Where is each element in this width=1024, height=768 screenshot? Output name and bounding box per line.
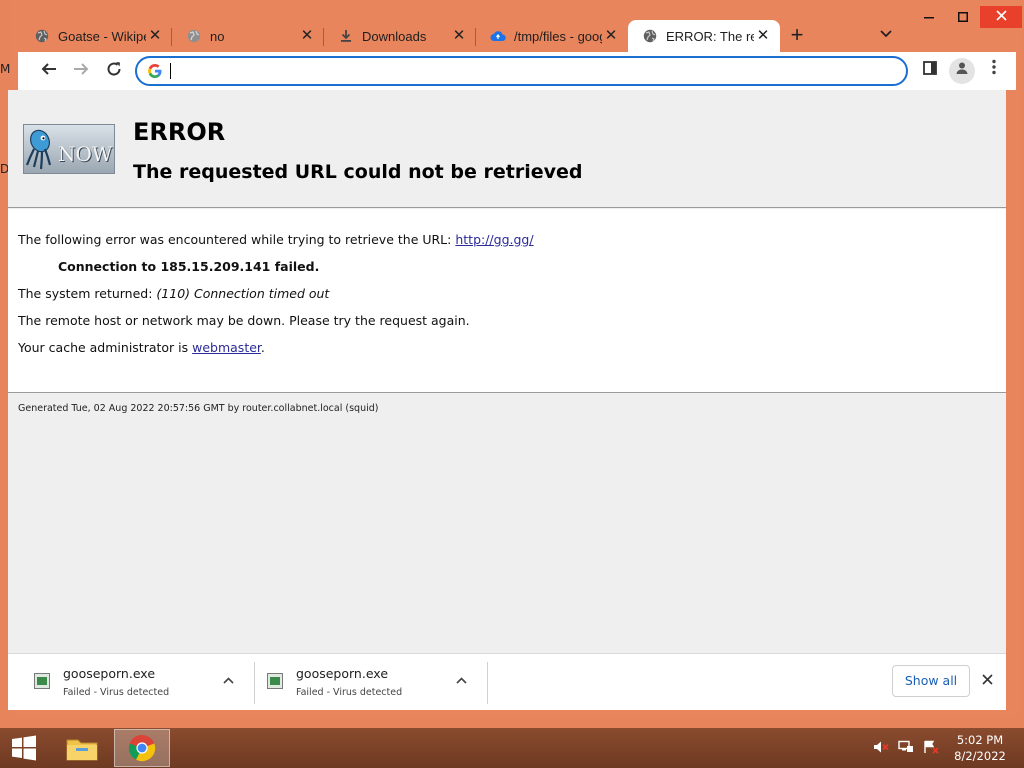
- kebab-menu-icon[interactable]: [981, 58, 1007, 84]
- tab-downloads[interactable]: Downloads ✕: [324, 20, 476, 52]
- chevron-up-icon[interactable]: [451, 670, 471, 690]
- start-button[interactable]: [0, 728, 48, 768]
- desktop-edge-label-top: M: [0, 62, 11, 76]
- chevron-up-icon[interactable]: [218, 670, 238, 690]
- remote-host-message: The remote host or network may be down. …: [18, 313, 470, 328]
- webmaster-link[interactable]: webmaster: [192, 340, 261, 355]
- clock-time: 5:02 PM: [956, 733, 1004, 747]
- download-shelf: gooseporn.exe Failed - Virus detected go…: [8, 653, 1006, 710]
- tab-strip: Goatse - Wikipedia ✕ no ✕ Downloads ✕: [20, 20, 814, 52]
- download-filename: gooseporn.exe: [63, 666, 156, 681]
- file-explorer-taskbar-button[interactable]: [54, 729, 110, 767]
- requested-url-link[interactable]: http://gg.gg/: [455, 232, 533, 247]
- download-filename: gooseporn.exe: [296, 666, 389, 681]
- tab-title: no: [210, 28, 225, 44]
- system-returned-label: The system returned:: [18, 286, 157, 301]
- download-icon: [338, 28, 354, 44]
- executable-file-icon: [34, 673, 50, 689]
- close-icon[interactable]: ✕: [754, 27, 772, 45]
- generated-by-text: Generated Tue, 02 Aug 2022 20:57:56 GMT …: [18, 403, 379, 414]
- window-close-button[interactable]: [980, 6, 1022, 28]
- forward-button[interactable]: [68, 58, 94, 84]
- tab-tmp-files[interactable]: /tmp/files - google ✕: [476, 20, 628, 52]
- close-download-bar-icon[interactable]: [976, 670, 998, 692]
- error-intro-line: The following error was encountered whil…: [18, 232, 534, 247]
- chrome-icon: [128, 734, 156, 762]
- cache-admin-suffix: .: [260, 340, 265, 355]
- error-subtitle: The requested URL could not be retrieved: [133, 161, 583, 183]
- title-bar: Goatse - Wikipedia ✕ no ✕ Downloads ✕: [10, 0, 1022, 52]
- error-details: The following error was encountered whil…: [8, 209, 1006, 393]
- error-header: NOW ERROR The requested URL could not be…: [8, 90, 1006, 208]
- globe-icon: [34, 28, 50, 44]
- clock-date: 8/2/2022: [954, 749, 1006, 763]
- download-status: Failed - Virus detected: [296, 687, 403, 698]
- system-error-message: (110) Connection timed out: [156, 286, 330, 301]
- profile-avatar-icon[interactable]: [949, 58, 975, 84]
- close-icon[interactable]: ✕: [602, 27, 620, 45]
- system-returned-line: The system returned: (110) Connection ti…: [18, 286, 329, 301]
- close-icon[interactable]: ✕: [146, 27, 164, 45]
- download-item[interactable]: gooseporn.exe Failed - Virus detected: [22, 660, 254, 704]
- tab-search-chevron-icon[interactable]: [874, 22, 898, 46]
- show-all-button[interactable]: Show all: [892, 665, 970, 697]
- connection-failed-message: Connection to 185.15.209.141 failed.: [58, 259, 320, 274]
- window-controls: [912, 6, 1022, 28]
- error-intro-text: The following error was encountered whil…: [18, 232, 456, 247]
- maximize-button[interactable]: [946, 6, 980, 28]
- tab-goatse[interactable]: Goatse - Wikipedia ✕: [20, 20, 172, 52]
- action-center-flag-icon[interactable]: [922, 740, 940, 756]
- logo-text: NOW: [58, 142, 113, 166]
- cache-admin-text: Your cache administrator is: [18, 340, 193, 355]
- download-separator: [487, 662, 488, 704]
- google-g-icon: [148, 64, 162, 78]
- tab-error[interactable]: ERROR: The requested URL could not be re…: [628, 20, 780, 52]
- close-icon[interactable]: ✕: [298, 27, 316, 45]
- minimize-button[interactable]: [912, 6, 946, 28]
- cloud-drive-icon: [490, 28, 506, 44]
- folder-icon: [66, 739, 98, 761]
- side-panel-icon[interactable]: [917, 58, 943, 84]
- browser-toolbar: [18, 52, 1016, 90]
- windows-logo-icon: [12, 735, 36, 761]
- error-title: ERROR: [133, 118, 226, 146]
- squid-logo: NOW: [23, 124, 115, 174]
- tab-title: Downloads: [362, 28, 427, 44]
- reload-button[interactable]: [101, 58, 127, 84]
- download-item[interactable]: gooseporn.exe Failed - Virus detected: [255, 660, 487, 704]
- tab-no[interactable]: no ✕: [172, 20, 324, 52]
- address-bar[interactable]: [135, 56, 908, 86]
- tab-title: /tmp/files - google: [514, 28, 602, 44]
- cache-admin-line: Your cache administrator is webmaster.: [18, 340, 265, 355]
- network-icon[interactable]: [897, 740, 915, 756]
- back-button[interactable]: [36, 58, 62, 84]
- new-tab-button[interactable]: +: [780, 20, 814, 52]
- taskbar: 5:02 PM 8/2/2022: [0, 728, 1024, 768]
- tab-title: Goatse - Wikipedia: [58, 28, 146, 44]
- error-page: NOW ERROR The requested URL could not be…: [8, 90, 1006, 653]
- globe-icon: [186, 28, 202, 44]
- address-input[interactable]: [171, 61, 891, 81]
- executable-file-icon: [267, 673, 283, 689]
- globe-icon: [642, 28, 658, 44]
- close-icon[interactable]: ✕: [450, 27, 468, 45]
- chrome-taskbar-button[interactable]: [114, 729, 170, 767]
- download-status: Failed - Virus detected: [63, 687, 170, 698]
- taskbar-clock[interactable]: 5:02 PM 8/2/2022: [950, 732, 1010, 764]
- volume-muted-icon[interactable]: [872, 740, 890, 756]
- error-footer: Generated Tue, 02 Aug 2022 20:57:56 GMT …: [8, 394, 1006, 653]
- tab-title: ERROR: The requested URL could not be re…: [666, 28, 754, 44]
